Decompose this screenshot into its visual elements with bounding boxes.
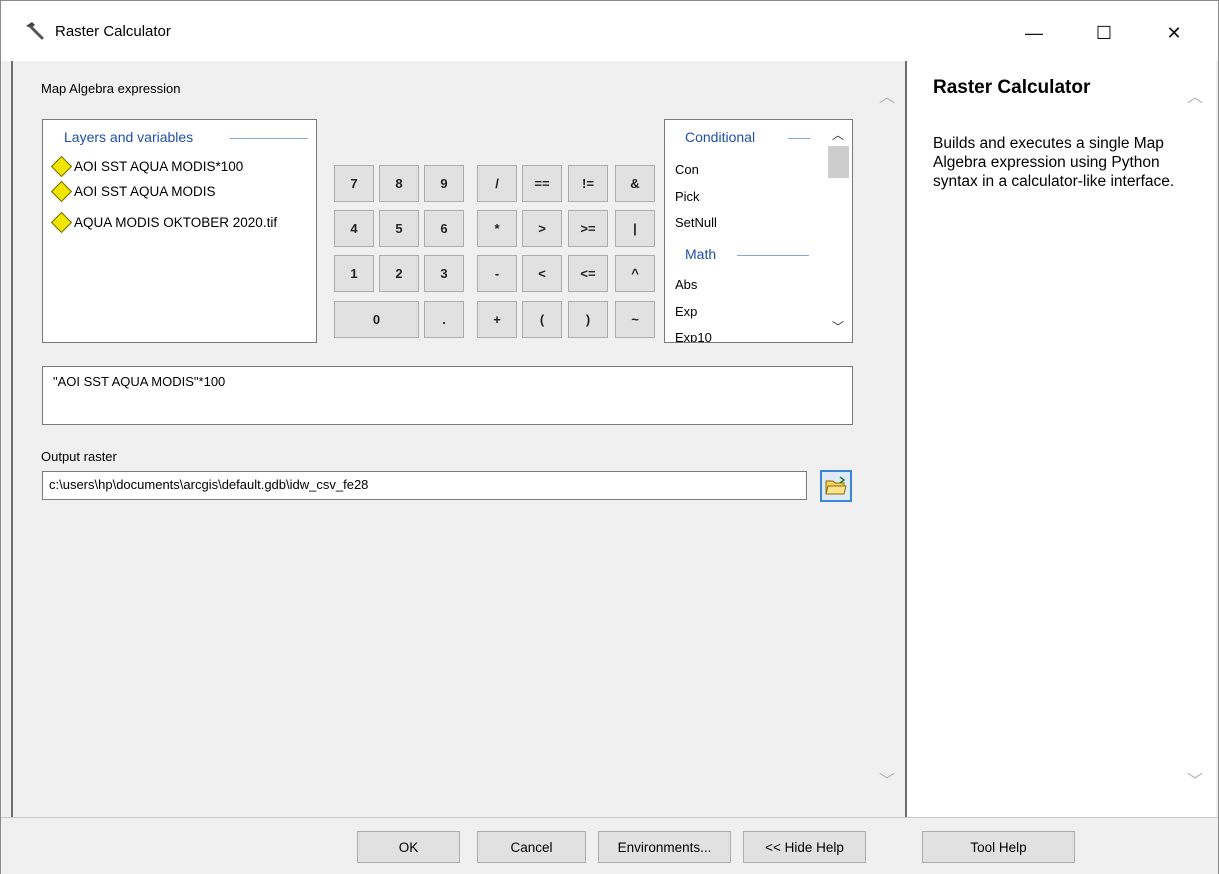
key-and[interactable]: & <box>615 165 655 202</box>
heading-rule <box>230 138 308 139</box>
expression-input[interactable]: "AOI SST AQUA MODIS"*100 <box>42 366 853 425</box>
layers-list[interactable]: Layers and variables AOI SST AQUA MODIS*… <box>42 119 317 343</box>
key-7[interactable]: 7 <box>334 165 374 202</box>
tool-help-button[interactable]: Tool Help <box>922 831 1075 863</box>
layer-item[interactable]: AQUA MODIS OKTOBER 2020.tif <box>50 211 278 233</box>
maximize-icon: ☐ <box>1095 22 1113 43</box>
key-4[interactable]: 4 <box>334 210 374 247</box>
key-0[interactable]: 0 <box>334 301 419 338</box>
button-bar: OK Cancel Environments... << Hide Help T… <box>1 817 1218 874</box>
key-not-equal[interactable]: != <box>568 165 608 202</box>
output-raster-label: Output raster <box>41 449 117 464</box>
key-multiply[interactable]: * <box>477 210 517 247</box>
function-item[interactable]: Exp10 <box>675 330 712 342</box>
expression-label: Map Algebra expression <box>41 81 181 96</box>
key-9[interactable]: 9 <box>424 165 464 202</box>
key-8[interactable]: 8 <box>379 165 419 202</box>
key-divide[interactable]: / <box>477 165 517 202</box>
key-greater[interactable]: > <box>522 210 562 247</box>
window-title: Raster Calculator <box>55 23 171 40</box>
key-greater-equal[interactable]: >= <box>568 210 608 247</box>
key-6[interactable]: 6 <box>424 210 464 247</box>
browse-button[interactable] <box>820 470 852 502</box>
help-title: Raster Calculator <box>933 77 1091 98</box>
heading-rule <box>788 138 810 139</box>
open-folder-icon <box>825 476 847 495</box>
help-pane: Raster Calculator Builds and executes a … <box>905 61 1216 817</box>
layer-name: AOI SST AQUA MODIS <box>74 183 216 199</box>
key-not[interactable]: ~ <box>615 301 655 338</box>
key-3[interactable]: 3 <box>424 255 464 292</box>
key-minus[interactable]: - <box>477 255 517 292</box>
scroll-down-icon[interactable]: ﹀ <box>832 318 844 335</box>
key-plus[interactable]: + <box>477 301 517 338</box>
key-decimal[interactable]: . <box>424 301 464 338</box>
pane-scroll-up-icon[interactable]: ︿ <box>879 83 895 107</box>
key-less[interactable]: < <box>522 255 562 292</box>
pane-scroll-down-icon[interactable]: ﹀ <box>879 767 895 791</box>
scroll-up-icon[interactable]: ︿ <box>832 126 844 143</box>
raster-layer-icon <box>50 211 73 233</box>
key-close-paren[interactable]: ) <box>568 301 608 338</box>
raster-layer-icon <box>50 155 73 177</box>
scroll-thumb[interactable] <box>828 146 849 178</box>
function-item[interactable]: Con <box>675 162 699 177</box>
layer-item[interactable]: AOI SST AQUA MODIS <box>50 180 216 202</box>
close-icon: ✕ <box>1166 22 1182 43</box>
help-scroll-down-icon[interactable]: ﹀ <box>1187 767 1203 791</box>
key-or[interactable]: | <box>615 210 655 247</box>
environments-button[interactable]: Environments... <box>598 831 731 863</box>
hammer-icon <box>26 22 44 40</box>
function-item[interactable]: Exp <box>675 304 697 319</box>
minimize-button[interactable]: — <box>1011 13 1057 53</box>
layer-item[interactable]: AOI SST AQUA MODIS*100 <box>50 155 244 177</box>
key-equal[interactable]: == <box>522 165 562 202</box>
help-description: Builds and executes a single Map Algebra… <box>933 135 1175 190</box>
layer-name: AOI SST AQUA MODIS*100 <box>74 158 244 174</box>
close-button[interactable]: ✕ <box>1151 13 1197 53</box>
math-heading: Math <box>685 246 717 262</box>
key-5[interactable]: 5 <box>379 210 419 247</box>
key-less-equal[interactable]: <= <box>568 255 608 292</box>
key-xor[interactable]: ^ <box>615 255 655 292</box>
functions-list[interactable]: Conditional Con Pick SetNull Math Abs Ex… <box>664 119 853 343</box>
title-bar: Raster Calculator — ☐ ✕ <box>1 1 1218 61</box>
help-scroll-up-icon[interactable]: ︿ <box>1187 83 1203 107</box>
ok-button[interactable]: OK <box>357 831 460 863</box>
minimize-icon: — <box>1025 22 1043 43</box>
conditional-heading: Conditional <box>685 129 756 145</box>
output-raster-field[interactable]: c:\users\hp\documents\arcgis\default.gdb… <box>42 471 807 500</box>
function-item[interactable]: Abs <box>675 277 697 292</box>
raster-layer-icon <box>50 180 73 202</box>
key-open-paren[interactable]: ( <box>522 301 562 338</box>
raster-calculator-window: Raster Calculator — ☐ ✕ ︿ ﹀ Map Algebra … <box>0 0 1219 874</box>
maximize-button[interactable]: ☐ <box>1081 13 1127 53</box>
hide-help-button[interactable]: << Hide Help <box>743 831 866 863</box>
function-item[interactable]: SetNull <box>675 215 717 230</box>
functions-scrollbar[interactable]: ︿ ﹀ <box>825 120 852 342</box>
function-item[interactable]: Pick <box>675 189 700 204</box>
layer-name: AQUA MODIS OKTOBER 2020.tif <box>74 214 278 230</box>
heading-rule <box>737 255 809 256</box>
key-2[interactable]: 2 <box>379 255 419 292</box>
cancel-button[interactable]: Cancel <box>477 831 586 863</box>
key-1[interactable]: 1 <box>334 255 374 292</box>
layers-heading: Layers and variables <box>64 129 194 145</box>
